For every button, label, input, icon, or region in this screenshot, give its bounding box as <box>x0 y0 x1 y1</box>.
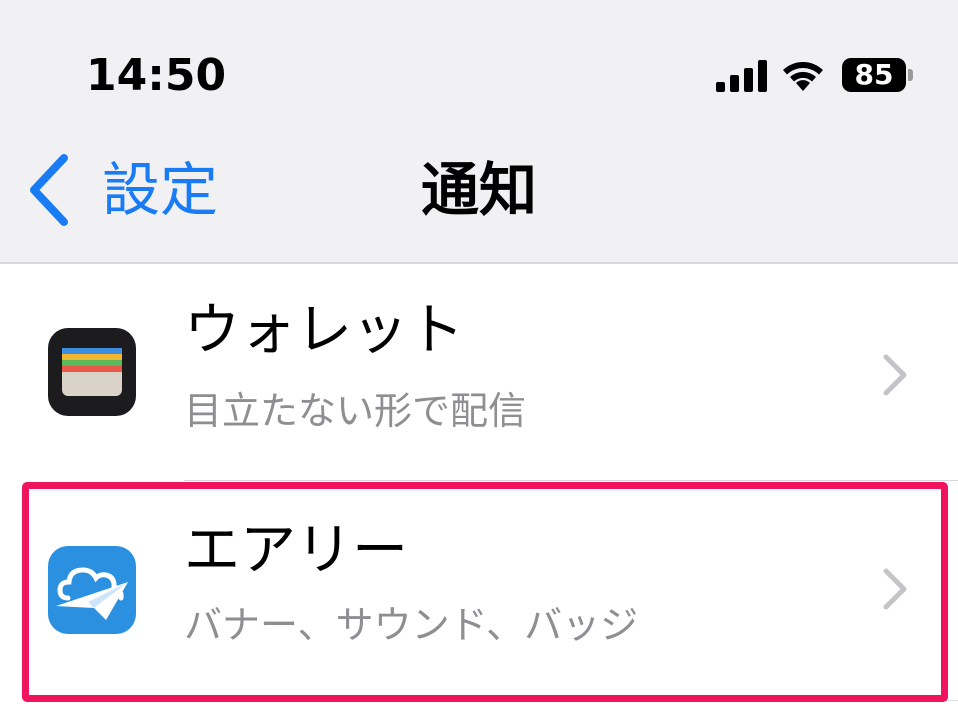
header-divider <box>0 262 958 264</box>
list-item-airy[interactable]: エアリー バナー、サウンド、バッジ <box>0 486 958 686</box>
wallet-app-icon <box>48 328 136 416</box>
cellular-signal-icon <box>716 60 767 92</box>
airy-app-icon <box>48 546 136 634</box>
navigation-header: 14:50 85 通知 設定 <box>0 0 958 262</box>
notification-style: 目立たない形で配信 <box>184 389 527 433</box>
row-divider <box>184 700 958 701</box>
battery-indicator: 85 <box>842 58 914 92</box>
list-item-wallet[interactable]: ウォレット 目立たない形で配信 <box>0 266 958 466</box>
app-name: エアリー <box>184 518 408 583</box>
battery-tip <box>908 69 913 81</box>
wifi-icon <box>783 62 823 91</box>
notifications-screen: 14:50 85 通知 設定 ウォレット 目立たない形で配信 エアリー バナー、… <box>0 0 958 720</box>
row-divider <box>184 480 958 481</box>
chevron-right-icon <box>883 354 907 396</box>
chevron-right-icon <box>883 568 907 610</box>
back-button-label: 設定 <box>102 156 219 224</box>
notification-style: バナー、サウンド、バッジ <box>184 603 639 647</box>
battery-percent: 85 <box>854 58 894 91</box>
app-name: ウォレット <box>184 298 464 363</box>
back-button[interactable]: 設定 <box>26 150 218 230</box>
chevron-left-icon <box>30 154 68 226</box>
status-time: 14:50 <box>86 50 227 101</box>
